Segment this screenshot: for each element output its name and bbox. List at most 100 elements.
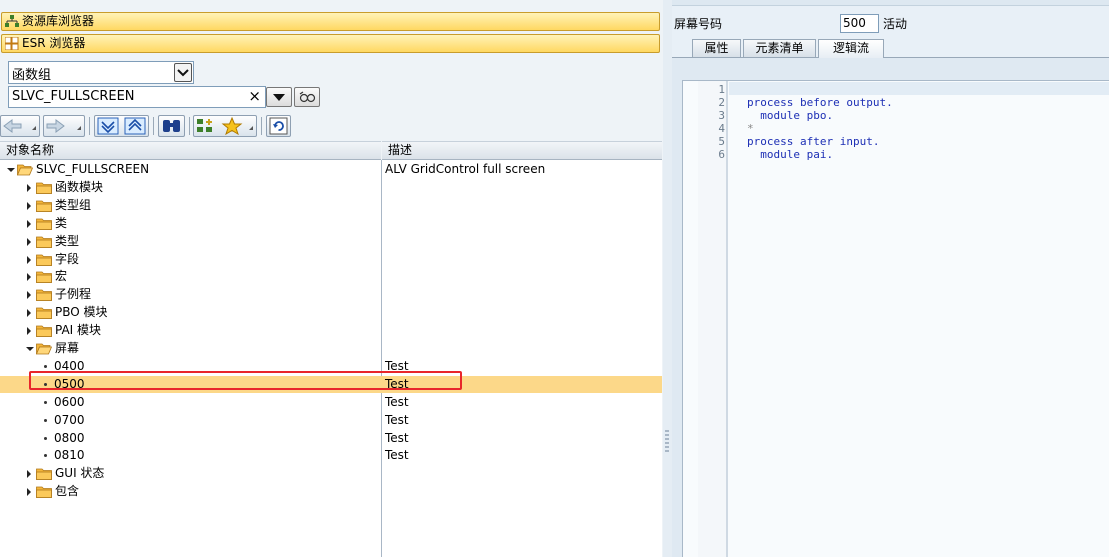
object-name-value: SLVC_FULLSCREEN — [12, 89, 135, 104]
toolbar-separator — [153, 117, 154, 135]
tab-attributes[interactable]: 属性 — [692, 39, 741, 57]
esr-browser-bar[interactable]: ESR 浏览器 — [1, 34, 660, 53]
tree-item-label: 0810 — [54, 448, 85, 463]
column-header-description[interactable]: 描述 — [382, 141, 662, 160]
expand-collapse-group[interactable] — [94, 115, 149, 137]
tree-item-description: ALV GridControl full screen — [385, 162, 546, 176]
folder-icon — [36, 271, 52, 284]
tree-folder-row[interactable]: 子例程 — [0, 286, 662, 303]
tree-folder-row[interactable]: 字段 — [0, 251, 662, 268]
tree-item-row[interactable]: 0700 Test — [0, 412, 662, 429]
collapse-arrow-icon[interactable] — [27, 237, 31, 246]
expand-collapse-icon — [97, 117, 146, 135]
expand-arrow-icon[interactable] — [7, 168, 15, 172]
collapse-arrow-icon[interactable] — [27, 183, 31, 192]
tree-item-label: 函数模块 — [55, 179, 104, 194]
tree-item-label: 0500 — [54, 376, 85, 391]
esr-icon — [5, 37, 19, 50]
tree-item-label: PAI 模块 — [55, 323, 102, 338]
tree-item-label: 类 — [55, 215, 68, 230]
dropdown-button[interactable] — [266, 87, 292, 107]
pane-splitter[interactable] — [663, 0, 672, 557]
hierarchy-favorites-group[interactable] — [193, 115, 257, 137]
collapse-arrow-icon[interactable] — [27, 488, 31, 497]
binoculars-icon — [163, 120, 180, 132]
tree-item-label: 字段 — [55, 251, 80, 266]
code-line[interactable]: process after input. — [747, 135, 879, 148]
tree-folder-row[interactable]: 类型组 — [0, 197, 662, 214]
line-number: 1 — [718, 83, 725, 96]
repository-browser-label: 资源库浏览器 — [22, 14, 95, 28]
tree-item-label: 子例程 — [55, 287, 92, 302]
arrow-right-icon — [46, 119, 81, 133]
code-line[interactable]: module pai. — [747, 148, 833, 161]
refresh-button[interactable] — [266, 115, 291, 137]
tree-item-row[interactable]: 0500 Test — [0, 375, 662, 393]
tree-folder-row[interactable]: 屏幕 — [0, 340, 662, 357]
code-line[interactable]: * — [747, 122, 754, 135]
folder-icon — [36, 200, 52, 212]
code-line[interactable]: module pbo. — [747, 109, 833, 122]
bullet-icon — [44, 454, 47, 458]
gutter-border — [726, 81, 728, 557]
collapse-arrow-icon[interactable] — [27, 309, 31, 318]
expand-arrow-icon[interactable] — [26, 347, 34, 351]
collapse-arrow-icon[interactable] — [27, 327, 31, 336]
status-text: 活动 — [883, 17, 908, 31]
glasses-icon — [299, 91, 316, 103]
collapse-arrow-icon[interactable] — [27, 201, 31, 210]
clear-icon[interactable]: × — [248, 87, 261, 105]
tree-item-description: Test — [385, 358, 409, 373]
column-header-object-name[interactable]: 对象名称 — [0, 141, 381, 160]
splitter-grip-icon[interactable] — [665, 430, 669, 452]
tree-folder-row[interactable]: 宏 — [0, 268, 662, 285]
tree-item-label: SLVC_FULLSCREEN — [36, 162, 150, 176]
collapse-arrow-icon[interactable] — [27, 291, 31, 300]
screen-number-field[interactable]: 500 — [840, 14, 879, 33]
top-divider — [672, 0, 1109, 6]
code-line[interactable]: process before output. — [747, 96, 893, 109]
tree-item-label: 宏 — [55, 269, 68, 284]
display-button[interactable] — [294, 87, 320, 107]
collapse-arrow-icon[interactable] — [27, 255, 31, 264]
find-button[interactable] — [158, 115, 185, 137]
collapse-arrow-icon[interactable] — [27, 219, 31, 228]
object-type-select[interactable]: 函数组 — [8, 61, 194, 84]
forward-button[interactable] — [43, 115, 85, 137]
tree-item-row[interactable]: 0810 Test — [0, 447, 662, 464]
tree-folder-row[interactable]: 函数模块 — [0, 179, 662, 196]
tree-item-label: 包含 — [55, 484, 80, 499]
bullet-icon — [44, 364, 47, 368]
tree-item-description: Test — [385, 412, 409, 427]
collapse-arrow-icon[interactable] — [27, 470, 31, 479]
tab-flow-logic[interactable]: 逻辑流 — [818, 39, 884, 58]
folder-icon — [36, 218, 52, 230]
tree-folder-row[interactable]: GUI 状态 — [0, 465, 662, 482]
tree-folder-row[interactable]: PBO 模块 — [0, 304, 662, 321]
tree-item-label: 类型 — [55, 233, 80, 248]
tree-folder-row[interactable]: SLVC_FULLSCREEN ALV GridControl full scre… — [0, 161, 662, 178]
tree-item-row[interactable]: 0600 Test — [0, 394, 662, 411]
tree-folder-row[interactable]: PAI 模块 — [0, 322, 662, 339]
tree-item-label: 0600 — [54, 394, 85, 409]
tree-folder-row[interactable]: 类 — [0, 215, 662, 232]
folder-icon — [36, 289, 52, 302]
tree-item-label: 0400 — [54, 358, 85, 373]
collapse-arrow-icon[interactable] — [27, 273, 31, 282]
tab-element-list[interactable]: 元素清单 — [743, 39, 816, 57]
toolbar-separator — [89, 117, 90, 135]
folder-icon — [36, 486, 52, 499]
tree-folder-row[interactable]: 包含 — [0, 483, 662, 500]
tree-folder-row[interactable]: 类型 — [0, 233, 662, 250]
object-tree[interactable]: SLVC_FULLSCREEN ALV GridControl full scre… — [0, 160, 662, 557]
chevron-down-icon[interactable] — [174, 63, 192, 82]
tree-item-label: 屏幕 — [55, 341, 80, 355]
object-name-input[interactable]: SLVC_FULLSCREEN × — [8, 86, 266, 108]
tree-item-row[interactable]: 0800 Test — [0, 430, 662, 447]
folder-icon — [36, 325, 52, 337]
back-button[interactable] — [0, 115, 40, 137]
tree-item-row[interactable]: 0400 Test — [0, 358, 662, 375]
toolbar-separator — [261, 117, 262, 135]
line-number: 4 — [718, 122, 725, 135]
repository-browser-bar[interactable]: 资源库浏览器 — [1, 12, 660, 31]
